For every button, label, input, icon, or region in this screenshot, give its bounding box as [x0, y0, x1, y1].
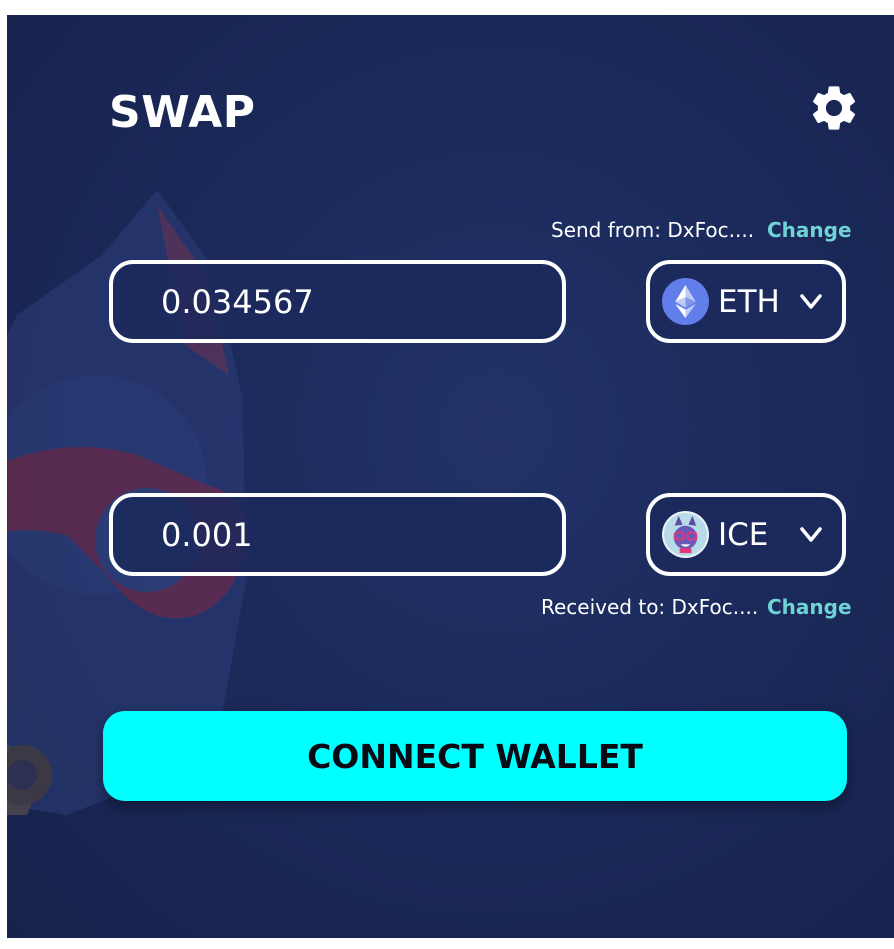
receive-amount-field[interactable] [109, 493, 566, 576]
connect-wallet-button[interactable]: CONNECT WALLET [103, 711, 847, 801]
send-change-link[interactable]: Change [767, 218, 852, 242]
receive-token-symbol: ICE [718, 517, 769, 553]
receive-amount-input[interactable] [161, 497, 541, 572]
send-from-label: Send from: DxFoc.... [551, 218, 755, 242]
chevron-down-icon [800, 527, 822, 542]
send-amount-input[interactable] [161, 264, 541, 339]
receive-change-link[interactable]: Change [767, 595, 852, 619]
swap-panel: SWAP Send from: DxFoc.... Change ETH [7, 15, 894, 938]
receive-token-selector[interactable]: ICE [646, 493, 846, 576]
send-token-selector[interactable]: ETH [646, 260, 846, 343]
chevron-down-icon [800, 294, 822, 309]
ice-token-icon [662, 511, 709, 558]
send-amount-field[interactable] [109, 260, 566, 343]
received-to-label: Received to: DxFoc.... [541, 595, 759, 619]
page-title: SWAP [109, 87, 256, 138]
ethereum-icon [662, 278, 709, 325]
send-token-symbol: ETH [718, 284, 780, 320]
gear-icon[interactable] [807, 81, 861, 135]
